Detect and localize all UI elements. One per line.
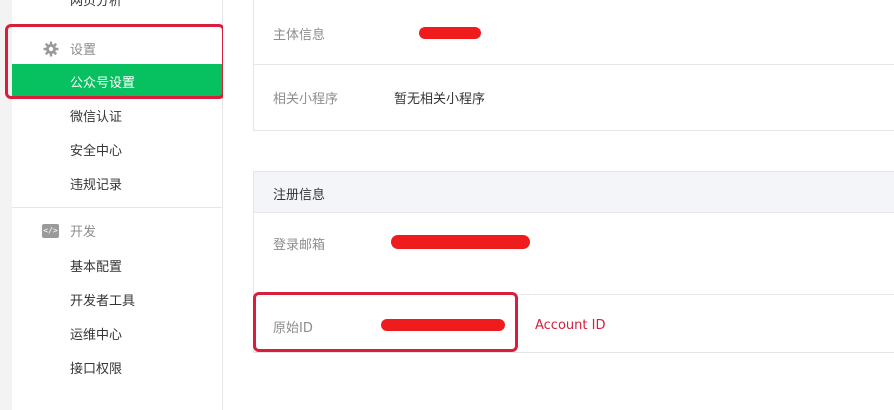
redaction-mark <box>419 27 481 39</box>
sidebar-item-basic-config[interactable]: 基本配置 <box>12 248 223 282</box>
registration-card-header: 注册信息 <box>254 172 894 213</box>
account-info-card: 主体信息 相关小程序 暂无相关小程序 <box>253 0 894 131</box>
subject-info-label: 主体信息 <box>273 28 326 43</box>
sidebar-item-developer-tools[interactable]: 开发者工具 <box>12 282 223 316</box>
related-miniprogram-value: 暂无相关小程序 <box>394 92 486 107</box>
development-group-label: 开发 <box>70 224 97 240</box>
related-miniprogram-row: 相关小程序 暂无相关小程序 <box>254 64 894 130</box>
settings-highlight-box <box>5 24 225 99</box>
related-miniprogram-label: 相关小程序 <box>273 92 339 107</box>
original-id-highlight-box <box>253 292 518 352</box>
redaction-mark <box>391 235 530 249</box>
sidebar-group-development: </> 开发 <box>12 213 223 247</box>
subject-info-row: 主体信息 <box>254 0 894 64</box>
code-icon: </> <box>42 222 59 239</box>
sidebar-item-wechat-verification[interactable]: 微信认证 <box>12 98 223 132</box>
login-email-label: 登录邮箱 <box>273 238 326 253</box>
sidebar-item-api-permissions[interactable]: 接口权限 <box>12 350 223 384</box>
sidebar-divider <box>12 207 223 208</box>
sidebar-item-ops-center[interactable]: 运维中心 <box>12 316 223 350</box>
sidebar-item-web-analytics[interactable]: 网页分析 <box>70 0 122 9</box>
main-content: 主体信息 相关小程序 暂无相关小程序 注册信息 登录邮箱 原始ID Accoun… <box>223 0 894 410</box>
registration-title: 注册信息 <box>273 188 326 203</box>
login-email-row: 登录邮箱 <box>254 213 894 294</box>
sidebar-item-violation-records[interactable]: 违规记录 <box>12 166 223 200</box>
account-id-annotation: Account ID <box>535 318 606 333</box>
sidebar-item-security-center[interactable]: 安全中心 <box>12 132 223 166</box>
